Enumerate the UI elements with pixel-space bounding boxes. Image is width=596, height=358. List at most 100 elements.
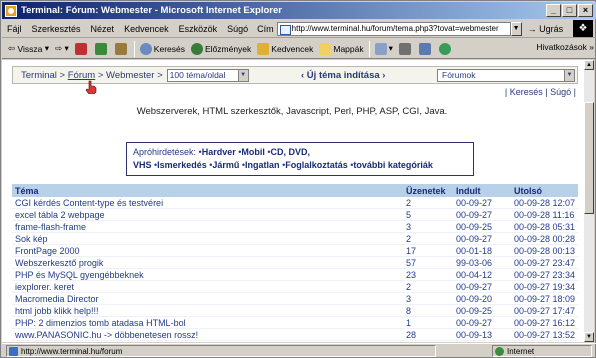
links-button[interactable]: Hivatkozások » bbox=[536, 42, 594, 52]
messenger-icon bbox=[438, 42, 451, 55]
refresh-button[interactable] bbox=[92, 40, 112, 58]
edit-button[interactable] bbox=[416, 40, 436, 58]
topic-link[interactable]: PHP és MySQL gyengébbeknek bbox=[12, 270, 406, 280]
topic-link[interactable]: excel tábla 2 webpage bbox=[12, 210, 406, 220]
ad-mobil[interactable]: Mobil bbox=[241, 147, 265, 157]
col-topic: Téma bbox=[15, 185, 39, 196]
help-link[interactable]: Súgó bbox=[550, 87, 571, 97]
forward-arrow-icon: ⇨ bbox=[55, 43, 63, 53]
go-button[interactable]: → Ugrás bbox=[528, 24, 564, 34]
menu-edit[interactable]: Szerkesztés bbox=[27, 22, 86, 36]
chevron-down-icon: ▼ bbox=[237, 69, 248, 81]
crumb-forum[interactable]: Fórum bbox=[68, 70, 95, 81]
per-page-select[interactable]: 100 téma/oldal ▼ bbox=[166, 68, 249, 82]
toolbar-separator bbox=[133, 40, 135, 57]
message-count: 23 bbox=[406, 269, 417, 280]
edit-icon bbox=[418, 42, 431, 55]
topic-link[interactable]: CGI kérdés Content-type és testvérei bbox=[12, 198, 406, 208]
start-date: 00-09-25 bbox=[456, 221, 493, 232]
ad-ingatlan[interactable]: Ingatlan bbox=[245, 160, 280, 170]
home-button[interactable] bbox=[112, 40, 132, 58]
menu-help[interactable]: Súgó bbox=[222, 22, 253, 36]
hand-cursor-icon bbox=[85, 80, 97, 94]
ad-jarmu[interactable]: Jármű bbox=[212, 160, 239, 170]
menu-bar: Fájl Szerkesztés Nézet Kedvencek Eszközö… bbox=[2, 20, 596, 38]
table-row: html jobb klikk help!!! 8 00-09-25 00-09-27… bbox=[12, 305, 578, 317]
message-count: 8 bbox=[406, 305, 412, 316]
new-topic-link[interactable]: ‹ Új téma indítása › bbox=[301, 70, 385, 81]
last-post: 00-09-28 11:16 bbox=[514, 209, 575, 220]
address-input[interactable]: http://www.terminal.hu/forum/tema.php3?t… bbox=[276, 21, 511, 36]
table-row: Webszerkesztő progik 57 99-03-06 00-09-27 2… bbox=[12, 257, 578, 269]
search-button[interactable]: Keresés bbox=[137, 40, 188, 58]
topic-link[interactable]: www.PANASONIC.hu -> döbbenetesen rossz! bbox=[12, 330, 406, 340]
topic-link[interactable]: frame-flash-frame bbox=[12, 222, 406, 232]
scroll-down-icon[interactable]: ▼ bbox=[584, 332, 594, 342]
menu-view[interactable]: Nézet bbox=[86, 22, 120, 36]
topic-link[interactable]: Webszerkesztő progik bbox=[12, 258, 406, 268]
history-icon bbox=[190, 42, 203, 55]
ad-hardver[interactable]: Hardver bbox=[202, 147, 236, 157]
topic-link[interactable]: Macromedia Director bbox=[12, 294, 406, 304]
topic-link[interactable]: Sok kép bbox=[12, 234, 406, 244]
browser-window: Terminal: Fórum: Webmester - Microsoft I… bbox=[0, 0, 596, 358]
table-body: CGI kérdés Content-type és testvérei 2 00-… bbox=[12, 197, 578, 341]
scroll-up-icon[interactable]: ▲ bbox=[584, 60, 594, 70]
windows-logo-icon: ❖ bbox=[573, 20, 593, 37]
vertical-scrollbar[interactable]: ▲ ▼ bbox=[584, 60, 594, 342]
topic-table: Téma Üzenetek Indult Utolsó CGI kérdés C… bbox=[12, 184, 578, 341]
menu-file[interactable]: Fájl bbox=[2, 22, 27, 36]
topic-link[interactable]: PHP: 2 dimenzios tomb atadasa HTML-bol bbox=[12, 318, 406, 328]
ad-more-categories[interactable]: további kategóriák bbox=[353, 160, 433, 170]
start-date: 00-04-12 bbox=[456, 269, 493, 280]
minimize-button[interactable]: _ bbox=[546, 4, 561, 17]
search-link[interactable]: Keresés bbox=[510, 87, 543, 97]
status-url: http://www.terminal.hu/forum bbox=[6, 345, 436, 357]
message-count: 5 bbox=[406, 209, 412, 220]
toolbar-separator bbox=[368, 40, 370, 57]
col-last: Utolsó bbox=[514, 185, 542, 196]
crumb-webmester: Webmester bbox=[106, 69, 155, 81]
scroll-thumb[interactable] bbox=[584, 102, 594, 214]
last-post: 00-09-28 00:28 bbox=[514, 233, 576, 244]
start-date: 00-09-25 bbox=[456, 305, 493, 316]
table-row: excel tábla 2 webpage 5 00-09-27 00-09-28 1… bbox=[12, 209, 578, 221]
last-post: 00-09-28 05:31 bbox=[514, 221, 576, 232]
messenger-button[interactable] bbox=[436, 40, 456, 58]
crumb-terminal[interactable]: Terminal bbox=[21, 70, 57, 81]
forward-button[interactable]: ⇨ ▾ bbox=[52, 40, 72, 58]
close-button[interactable]: × bbox=[578, 4, 593, 17]
menu-favorites[interactable]: Kedvencek bbox=[119, 22, 174, 36]
menu-tools[interactable]: Eszközök bbox=[174, 22, 223, 36]
address-dropdown[interactable]: ▼ bbox=[510, 21, 522, 36]
stop-button[interactable] bbox=[72, 40, 92, 58]
print-button[interactable] bbox=[396, 40, 416, 58]
favorites-button[interactable]: Kedvencek bbox=[254, 40, 316, 58]
start-date: 00-09-27 bbox=[456, 281, 493, 292]
window-title: Terminal: Fórum: Webmester - Microsoft I… bbox=[21, 5, 282, 16]
history-button[interactable]: Előzmények bbox=[188, 40, 254, 58]
last-post: 00-09-27 13:52 bbox=[514, 329, 576, 340]
table-row: PHP: 2 dimenzios tomb atadasa HTML-bol 1 0… bbox=[12, 317, 578, 329]
last-post: 00-09-27 19:34 bbox=[514, 281, 576, 292]
topic-link[interactable]: iexplorer. keret bbox=[12, 282, 406, 292]
message-count: 17 bbox=[406, 245, 417, 256]
ad-vhs[interactable]: VHS bbox=[133, 160, 152, 170]
last-post: 00-09-27 17:47 bbox=[514, 305, 576, 316]
message-count: 28 bbox=[406, 329, 417, 340]
classifieds-box: Apróhirdetések: •Hardver •Mobil •CD, DVD… bbox=[126, 142, 474, 176]
forum-select[interactable]: Fórumok ▼ bbox=[437, 69, 575, 82]
maximize-button[interactable]: □ bbox=[562, 4, 577, 17]
topic-link[interactable]: FrontPage 2000 bbox=[12, 246, 406, 256]
start-date: 00-09-27 bbox=[456, 317, 493, 328]
back-button[interactable]: ⇦ Vissza ▾ bbox=[5, 40, 52, 58]
ad-foglalkoztatas[interactable]: Foglalkoztatás bbox=[285, 160, 348, 170]
ad-ismerkedes[interactable]: Ismerkedés bbox=[157, 160, 207, 170]
forum-description: Webszerverek, HTML szerkesztők, Javascri… bbox=[136, 106, 448, 117]
mail-button[interactable]: ▾ bbox=[372, 40, 396, 58]
toolbar: ⇦ Vissza ▾ ⇨ ▾ Keresés Előzmények Kedven… bbox=[2, 39, 596, 59]
topic-link[interactable]: html jobb klikk help!!! bbox=[12, 306, 406, 316]
message-count: 1 bbox=[406, 317, 412, 328]
ad-cd-dvd[interactable]: CD, DVD, bbox=[271, 147, 311, 157]
folders-button[interactable]: Mappák bbox=[316, 40, 366, 58]
